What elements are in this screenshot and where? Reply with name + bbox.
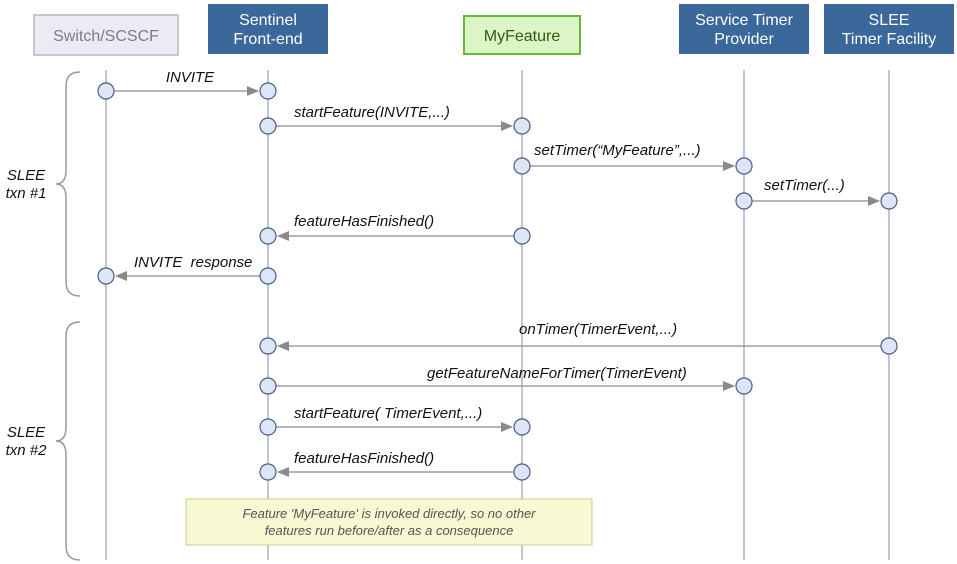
message[interactable]: onTimer(TimerEvent,...) (259, 321, 898, 355)
message-label: featureHasFinished() (294, 450, 434, 467)
message[interactable]: INVITE response (97, 254, 277, 285)
activation-dot (513, 418, 531, 436)
sequence-diagram: Switch/SCSCF Sentinel Front-end MyFeatur… (6, 4, 954, 561)
message-label: INVITE response (134, 254, 252, 271)
message[interactable]: setTimer(“MyFeature”,...) (513, 142, 753, 175)
messages: INVITE startFeature(INVITE,...) setTimer… (97, 69, 898, 481)
brace-icon (55, 71, 81, 297)
txn-label: SLEE (7, 424, 46, 441)
txn-brace-2: SLEE txn #2 (6, 321, 81, 561)
message-label: setTimer(“MyFeature”,...) (534, 142, 701, 159)
actor-timerprov[interactable]: Service Timer Provider (679, 4, 809, 54)
actor-label: Front-end (233, 31, 302, 48)
activation-dot (513, 117, 531, 135)
message[interactable]: featureHasFinished() (259, 213, 531, 245)
actor-label: MyFeature (484, 28, 561, 45)
message[interactable]: featureHasFinished() (259, 450, 531, 481)
message[interactable]: setTimer(...) (735, 177, 898, 210)
message-label: INVITE (166, 69, 215, 86)
message-label: startFeature(INVITE,...) (294, 104, 450, 121)
message-label: featureHasFinished() (294, 213, 434, 230)
message-label: getFeatureNameForTimer(TimerEvent) (427, 365, 687, 382)
brace-icon (55, 321, 81, 561)
activation-dot (259, 267, 277, 285)
txn-brace-1: SLEE txn #1 (6, 71, 81, 297)
activation-dot (513, 463, 531, 481)
message[interactable]: INVITE (97, 69, 277, 100)
actor-myfeature[interactable]: MyFeature (463, 15, 581, 55)
actor-label: Sentinel (239, 12, 297, 29)
message-label: setTimer(...) (764, 177, 845, 194)
note: Feature 'MyFeature' is invoked directly,… (185, 498, 593, 546)
activation-dot (880, 337, 898, 355)
actor-label: Service Timer (695, 12, 793, 29)
message[interactable]: startFeature( TimerEvent,...) (259, 405, 531, 436)
note-text: features run before/after as a consequen… (265, 523, 514, 538)
actor-slee[interactable]: SLEE Timer Facility (824, 4, 954, 54)
activation-dot (259, 227, 277, 245)
activation-dot (259, 337, 277, 355)
activation-dot (97, 267, 115, 285)
message[interactable]: getFeatureNameForTimer(TimerEvent) (259, 365, 753, 395)
message-label: onTimer(TimerEvent,...) (519, 321, 677, 338)
activation-dot (880, 192, 898, 210)
activation-dot (735, 192, 753, 210)
txn-label: SLEE (7, 167, 46, 184)
message-label: startFeature( TimerEvent,...) (294, 405, 482, 422)
actor-label: Provider (714, 31, 774, 48)
actor-switch[interactable]: Switch/SCSCF (33, 14, 179, 56)
actor-label: Timer Facility (842, 31, 937, 48)
activation-dot (513, 157, 531, 175)
activation-dot (735, 157, 753, 175)
activation-dot (735, 377, 753, 395)
note-text: Feature 'MyFeature' is invoked directly,… (242, 506, 536, 521)
actor-label: SLEE (869, 12, 910, 29)
activation-dot (259, 418, 277, 436)
actor-label: Switch/SCSCF (53, 28, 159, 45)
txn-label: txn #1 (6, 185, 47, 202)
lifelines (105, 70, 890, 560)
txn-label: txn #2 (6, 442, 48, 459)
activation-dot (259, 82, 277, 100)
activation-dot (513, 227, 531, 245)
activation-dot (259, 463, 277, 481)
activation-dot (97, 82, 115, 100)
actor-sentinel[interactable]: Sentinel Front-end (208, 4, 328, 54)
activation-dot (259, 117, 277, 135)
activation-dot (259, 377, 277, 395)
message[interactable]: startFeature(INVITE,...) (259, 104, 531, 135)
